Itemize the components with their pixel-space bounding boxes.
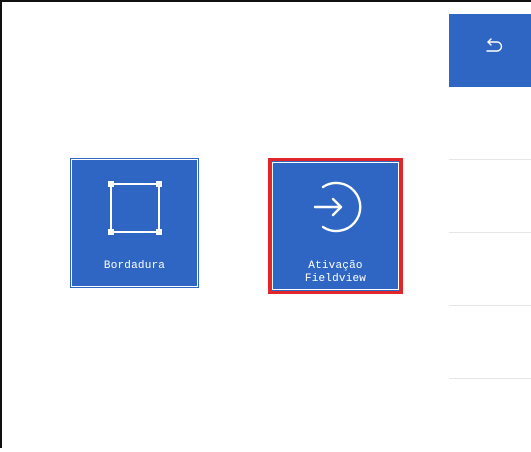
square-frame-icon [107,180,163,241]
main-panel: Bordadura Ativação Fieldview [4,4,449,450]
back-button[interactable] [449,14,531,87]
sidebar-slot-1[interactable] [449,87,531,160]
sidebar-slot-3[interactable] [449,233,531,306]
ativacao-fieldview-inner: Ativação Fieldview [272,162,399,290]
sidebar-slot-4[interactable] [449,306,531,379]
sidebar-slot-5[interactable] [449,379,531,452]
sign-in-arrow-icon [301,171,371,246]
window-frame: Bordadura Ativação Fieldview [0,0,531,452]
right-sidebar [449,14,531,452]
ativacao-label-line1: Ativação [308,260,363,272]
undo-back-arrow-icon [486,38,503,52]
ativacao-label-line2: Fieldview [304,273,367,285]
ativacao-fieldview-button[interactable]: Ativação Fieldview [268,158,403,294]
bordadura-button[interactable]: Bordadura [71,159,198,287]
bordadura-label: Bordadura [103,260,166,272]
sidebar-slot-2[interactable] [449,160,531,233]
